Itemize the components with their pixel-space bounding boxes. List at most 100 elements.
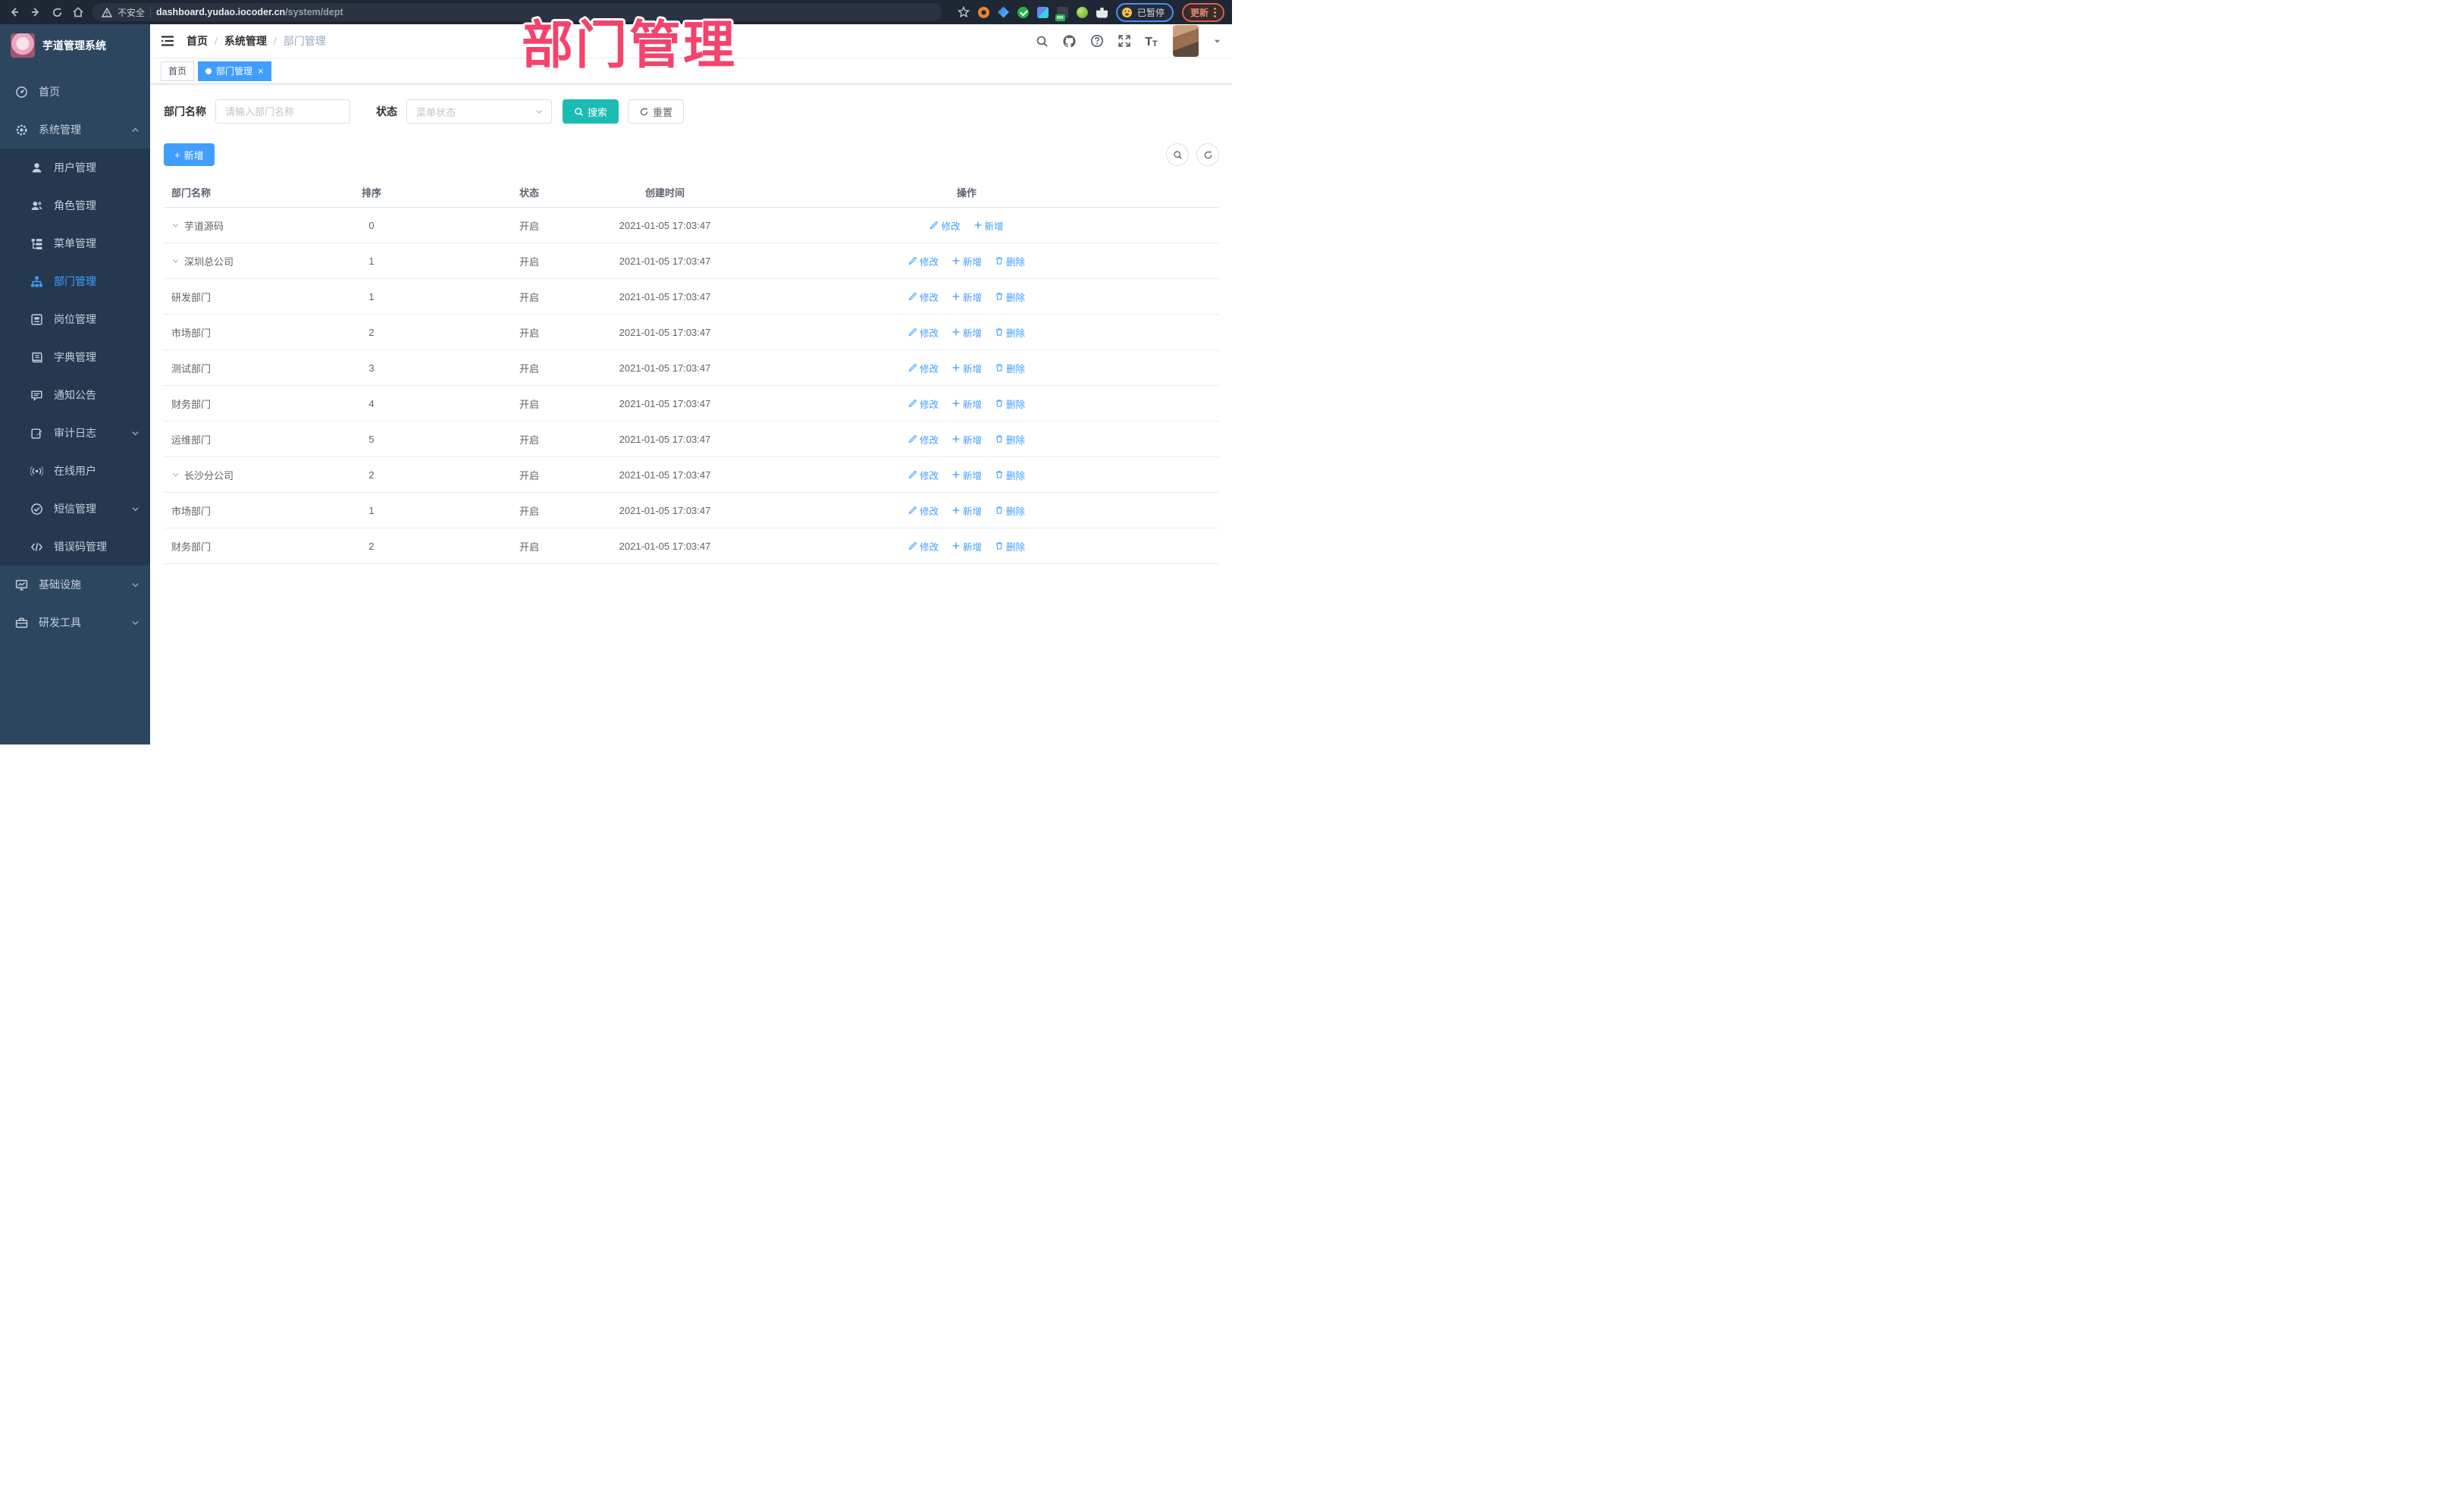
bookmark-star-icon[interactable] [957, 6, 970, 18]
security-label[interactable]: 不安全 [118, 6, 145, 19]
table-row[interactable]: 深圳总公司 1 开启 2021-01-05 17:03:47 修改 新增 删除 [164, 243, 1219, 279]
expand-caret-icon[interactable] [171, 471, 180, 479]
reset-button[interactable]: 重置 [628, 99, 685, 124]
url-path[interactable]: /system/dept [285, 7, 343, 17]
table-row[interactable]: 测试部门 3 开启 2021-01-05 17:03:47 修改 新增 删除 [164, 350, 1219, 386]
edit-link[interactable]: 修改 [908, 254, 939, 268]
app-logo-row[interactable]: 芋道管理系统 [0, 24, 150, 67]
delete-link[interactable]: 删除 [995, 468, 1025, 482]
show-search-toggle-button[interactable] [1166, 143, 1189, 166]
delete-link[interactable]: 删除 [995, 397, 1025, 411]
table-row[interactable]: 运维部门 5 开启 2021-01-05 17:03:47 修改 新增 删除 [164, 422, 1219, 457]
delete-link[interactable]: 删除 [995, 254, 1025, 268]
add-child-link[interactable]: 新增 [973, 218, 1004, 233]
not-secure-icon [102, 7, 112, 17]
forward-icon[interactable] [29, 5, 42, 19]
edit-link[interactable]: 修改 [908, 503, 939, 518]
fullscreen-icon[interactable] [1117, 34, 1131, 49]
edit-link[interactable]: 修改 [908, 325, 939, 340]
search-icon[interactable] [1035, 34, 1049, 49]
dept-name: 财务部门 [171, 541, 212, 553]
sidebar-item-audit-log[interactable]: 审计日志 [0, 414, 150, 452]
add-child-link[interactable]: 新增 [951, 254, 982, 268]
chrome-update-button[interactable]: 更新 [1181, 2, 1224, 22]
caret-down-icon[interactable] [1213, 37, 1221, 45]
add-child-link[interactable]: 新增 [951, 325, 982, 340]
edit-link[interactable]: 修改 [908, 397, 939, 411]
dept-name-input[interactable] [215, 99, 350, 124]
table-row[interactable]: 财务部门 2 开启 2021-01-05 17:03:47 修改 新增 删除 [164, 528, 1219, 564]
sidebar-item-error-codes[interactable]: 错误码管理 [0, 528, 150, 566]
url-host[interactable]: dashboard.yudao.iocoder.cn [156, 7, 285, 17]
add-child-link[interactable]: 新增 [951, 290, 982, 304]
sidebar-item-announcements[interactable]: 通知公告 [0, 376, 150, 414]
add-child-link[interactable]: 新增 [951, 503, 982, 518]
tab-dept-management[interactable]: 部门管理 × [198, 61, 271, 81]
tab-home[interactable]: 首页 [161, 61, 195, 81]
table-row[interactable]: 市场部门 2 开启 2021-01-05 17:03:47 修改 新增 删除 [164, 315, 1219, 350]
reload-icon[interactable] [50, 5, 64, 19]
edit-link[interactable]: 修改 [929, 218, 961, 233]
sidebar-item-infrastructure[interactable]: 基础设施 [0, 566, 150, 603]
sidebar-item-dict[interactable]: 字典管理 [0, 338, 150, 376]
font-size-icon[interactable]: TT [1144, 34, 1158, 49]
refresh-button[interactable] [1196, 143, 1219, 166]
dept-created: 2021-01-05 17:03:47 [619, 540, 711, 552]
extension-icon-5[interactable]: on [1055, 6, 1068, 21]
delete-link[interactable]: 删除 [995, 361, 1025, 375]
add-button[interactable]: + 新增 [164, 143, 215, 166]
edit-link[interactable]: 修改 [908, 290, 939, 304]
close-icon[interactable]: × [258, 66, 264, 76]
sidebar-item-menus[interactable]: 菜单管理 [0, 224, 150, 262]
table-row[interactable]: 研发部门 1 开启 2021-01-05 17:03:47 修改 新增 删除 [164, 279, 1219, 315]
sidebar-item-system[interactable]: 系统管理 [0, 111, 150, 149]
extension-puzzle-icon[interactable] [1096, 8, 1108, 18]
url-bar[interactable]: 不安全 dashboard.yudao.iocoder.cn/system/de… [92, 3, 942, 21]
edit-link[interactable]: 修改 [908, 432, 939, 447]
sidebar-item-roles[interactable]: 角色管理 [0, 187, 150, 224]
extension-icon-1[interactable] [977, 6, 989, 18]
sidebar-item-depts[interactable]: 部门管理 [0, 262, 150, 300]
expand-caret-icon[interactable] [171, 221, 180, 230]
edit-link[interactable]: 修改 [908, 539, 939, 553]
edit-link[interactable]: 修改 [908, 361, 939, 375]
delete-link[interactable]: 删除 [995, 290, 1025, 304]
sidebar-item-users[interactable]: 用户管理 [0, 149, 150, 187]
add-child-link[interactable]: 新增 [951, 361, 982, 375]
breadcrumb-home[interactable]: 首页 [187, 33, 208, 49]
breadcrumb-system[interactable]: 系统管理 [224, 33, 267, 49]
add-child-link[interactable]: 新增 [951, 432, 982, 447]
sidebar-item-online-users[interactable]: 在线用户 [0, 452, 150, 490]
hamburger-icon[interactable] [161, 35, 174, 47]
sidebar-item-sms[interactable]: 短信管理 [0, 490, 150, 528]
add-child-link[interactable]: 新增 [951, 397, 982, 411]
table-row[interactable]: 长沙分公司 2 开启 2021-01-05 17:03:47 修改 新增 删除 [164, 457, 1219, 493]
kebab-menu-icon[interactable] [1214, 7, 1216, 17]
back-icon[interactable] [8, 5, 21, 19]
add-child-link[interactable]: 新增 [951, 468, 982, 482]
extension-icon-6[interactable] [1076, 6, 1088, 18]
table-row[interactable]: 芋道源码 0 开启 2021-01-05 17:03:47 修改 新增 [164, 208, 1219, 243]
delete-link[interactable]: 删除 [995, 432, 1025, 447]
sidebar-item-dev-tools[interactable]: 研发工具 [0, 603, 150, 641]
search-button[interactable]: 搜索 [563, 99, 619, 124]
add-child-link[interactable]: 新增 [951, 539, 982, 553]
edit-link[interactable]: 修改 [908, 468, 939, 482]
extension-icon-2[interactable] [997, 6, 1009, 18]
delete-link[interactable]: 删除 [995, 539, 1025, 553]
user-avatar[interactable] [1173, 25, 1199, 57]
github-icon[interactable] [1062, 34, 1077, 49]
delete-link[interactable]: 删除 [995, 325, 1025, 340]
home-icon[interactable] [71, 5, 85, 19]
delete-link[interactable]: 删除 [995, 503, 1025, 518]
sidebar-item-home[interactable]: 首页 [0, 73, 150, 111]
profile-paused-pill[interactable]: 已暂停 [1115, 2, 1174, 22]
extension-icon-3[interactable] [1017, 6, 1029, 18]
table-row[interactable]: 市场部门 1 开启 2021-01-05 17:03:47 修改 新增 删除 [164, 493, 1219, 528]
extension-icon-4[interactable] [1036, 6, 1049, 18]
status-select[interactable]: 菜单状态 [406, 99, 552, 124]
sidebar-item-posts[interactable]: 岗位管理 [0, 300, 150, 338]
help-icon[interactable] [1089, 34, 1104, 49]
expand-caret-icon[interactable] [171, 257, 180, 265]
table-row[interactable]: 财务部门 4 开启 2021-01-05 17:03:47 修改 新增 删除 [164, 386, 1219, 422]
